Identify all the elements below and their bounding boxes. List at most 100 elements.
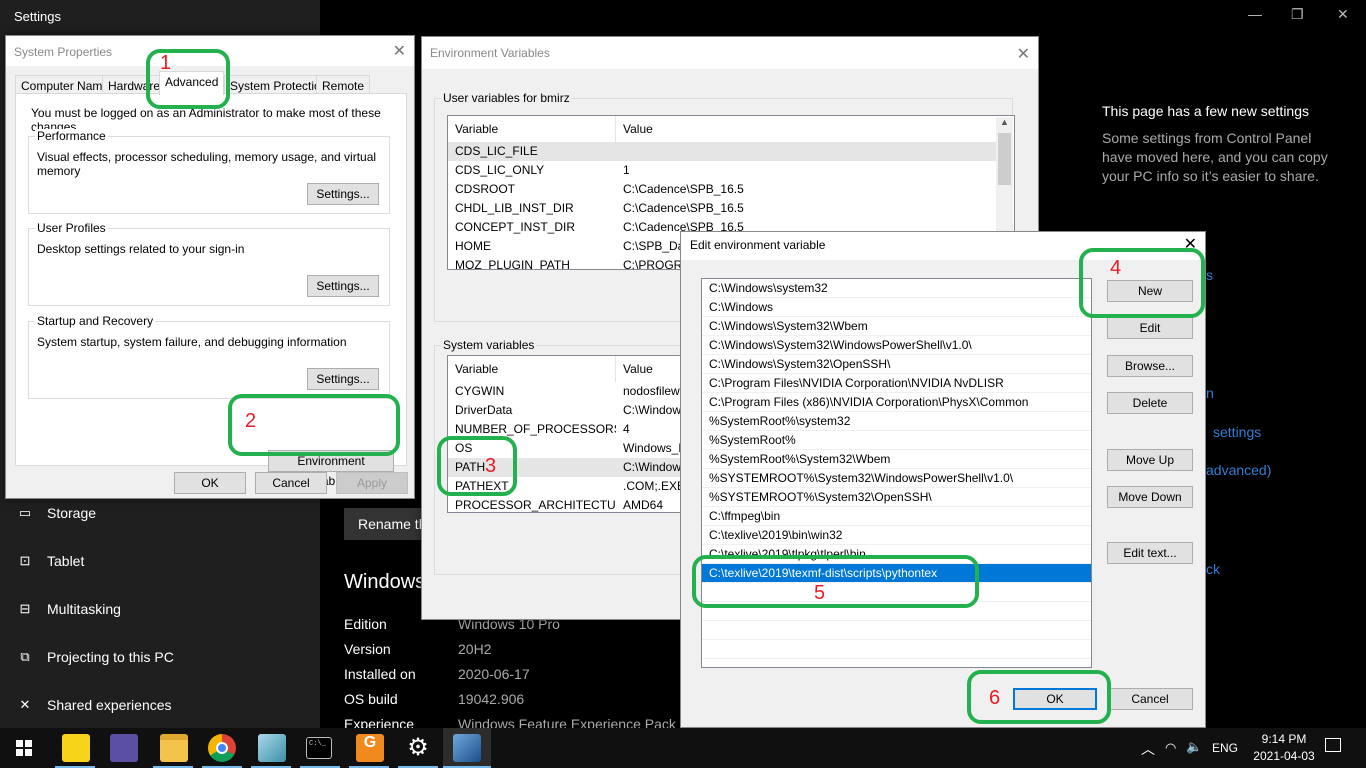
tab-hardware[interactable]: Hardware xyxy=(102,75,167,94)
close-button[interactable]: ✕ xyxy=(1337,6,1349,23)
path-entry-selected[interactable]: C:\texlive\2019\texmf-dist\scripts\pytho… xyxy=(702,564,1091,583)
system-properties-taskbar-button[interactable] xyxy=(443,728,491,768)
group-label: User variables for bmirz xyxy=(441,91,572,105)
close-icon[interactable]: ✕ xyxy=(1017,44,1030,64)
var-name: PATHEXT xyxy=(455,479,509,493)
var-name: DriverData xyxy=(455,403,513,417)
annotation-number: 5 xyxy=(814,582,826,604)
related-link[interactable]: ck xyxy=(1206,561,1220,577)
nav-label: Storage xyxy=(47,505,97,521)
nav-item-multitasking[interactable]: ⊟ Multitasking xyxy=(16,597,121,621)
related-link[interactable]: settings xyxy=(1213,424,1261,440)
path-entries-list[interactable]: C:\Windows\system32 C:\Windows C:\Window… xyxy=(701,278,1092,668)
path-entry[interactable]: C:\texlive\2019\bin\win32 xyxy=(702,526,1091,545)
restore-button[interactable]: ❐ xyxy=(1291,6,1304,23)
list-header: Variable Value xyxy=(448,116,1014,142)
clock-date[interactable]: 2021-04-03 xyxy=(1248,749,1320,763)
path-entry[interactable]: %SYSTEMROOT%\System32\WindowsPowerShell\… xyxy=(702,469,1091,488)
spec-label: Installed on xyxy=(344,666,416,682)
apply-button[interactable]: Apply xyxy=(336,472,408,494)
startup-recovery-settings-button[interactable]: Settings... xyxy=(307,368,379,390)
path-entry[interactable]: %SystemRoot%\system32 xyxy=(702,412,1091,431)
path-entry[interactable]: %SystemRoot%\System32\Wbem xyxy=(702,450,1091,469)
cancel-button[interactable]: Cancel xyxy=(1107,688,1193,710)
command-prompt-icon[interactable]: C:\_ xyxy=(306,737,332,759)
tab-computer-name[interactable]: Computer Name xyxy=(15,75,116,94)
close-icon[interactable]: ✕ xyxy=(393,41,406,61)
show-hidden-icons-chevron[interactable]: ︿ xyxy=(1141,739,1155,759)
user-profiles-settings-button[interactable]: Settings... xyxy=(307,275,379,297)
nav-item-projecting[interactable]: ⧉ Projecting to this PC xyxy=(16,645,174,669)
volume-icon[interactable]: 🔈 xyxy=(1186,739,1202,755)
dialog-title: Edit environment variable xyxy=(681,232,1205,260)
path-entry[interactable]: C:\Windows\System32\WindowsPowerShell\v1… xyxy=(702,336,1091,355)
browse-button[interactable]: Browse... xyxy=(1107,355,1193,377)
var-name: CDS_LIC_FILE xyxy=(455,144,538,158)
path-entry-empty[interactable] xyxy=(702,602,1091,621)
path-entry[interactable]: C:\Windows\system32 xyxy=(702,279,1091,298)
column-header-value[interactable]: Value xyxy=(616,356,660,382)
related-link[interactable]: s xyxy=(1206,267,1213,283)
nav-item-tablet[interactable]: ⊡ Tablet xyxy=(16,549,85,573)
chrome-icon[interactable] xyxy=(208,734,236,762)
path-entry[interactable]: C:\Windows xyxy=(702,298,1091,317)
scroll-up-icon[interactable]: ▲ xyxy=(996,117,1013,131)
related-link[interactable]: n xyxy=(1206,385,1214,401)
delete-button[interactable]: Delete xyxy=(1107,392,1193,414)
notepad-icon[interactable] xyxy=(258,734,286,762)
var-name: OS xyxy=(455,441,473,455)
new-button[interactable]: New xyxy=(1107,280,1193,302)
path-entry[interactable]: %SystemRoot% xyxy=(702,431,1091,450)
clock-time[interactable]: 9:14 PM xyxy=(1256,732,1312,746)
table-row[interactable]: CDSROOT C:\Cadence\SPB_16.5 xyxy=(448,180,1014,199)
network-icon[interactable]: ◠ xyxy=(1165,740,1176,756)
start-button[interactable] xyxy=(16,740,32,756)
path-entry[interactable]: %SYSTEMROOT%\System32\OpenSSH\ xyxy=(702,488,1091,507)
path-entry-empty[interactable] xyxy=(702,621,1091,640)
move-down-button[interactable]: Move Down xyxy=(1107,486,1193,508)
var-value: C:\Cadence\SPB_16.5 xyxy=(623,182,744,196)
var-name: CDS_LIC_ONLY xyxy=(455,163,545,177)
tab-remote[interactable]: Remote xyxy=(316,75,371,94)
path-entry-empty[interactable] xyxy=(702,583,1091,602)
file-explorer-icon[interactable] xyxy=(160,734,188,762)
close-icon[interactable]: ✕ xyxy=(1184,234,1197,254)
path-entry[interactable]: C:\Program Files\NVIDIA Corporation\NVID… xyxy=(702,374,1091,393)
table-row[interactable]: CHDL_LIB_INST_DIR C:\Cadence\SPB_16.5 xyxy=(448,199,1014,218)
language-indicator[interactable]: ENG xyxy=(1212,741,1238,755)
ok-button[interactable]: OK xyxy=(1013,688,1097,710)
path-entry[interactable]: C:\Windows\System32\OpenSSH\ xyxy=(702,355,1091,374)
path-entry[interactable]: C:\Windows\System32\Wbem xyxy=(702,317,1091,336)
group-label: User Profiles xyxy=(35,221,108,235)
sticky-notes-icon[interactable] xyxy=(62,734,90,762)
performance-settings-button[interactable]: Settings... xyxy=(307,183,379,205)
scrollbar-thumb[interactable] xyxy=(998,133,1011,185)
edit-button[interactable]: Edit xyxy=(1107,317,1193,339)
path-entry-empty[interactable] xyxy=(702,640,1091,659)
nav-item-shared-experiences[interactable]: ✕ Shared experiences xyxy=(16,693,172,717)
rename-pc-button[interactable]: Rename this PC xyxy=(344,508,424,540)
table-row[interactable]: CDS_LIC_ONLY 1 xyxy=(448,161,1014,180)
column-header-variable[interactable]: Variable xyxy=(448,356,616,382)
column-header-variable[interactable]: Variable xyxy=(448,116,616,142)
environment-variables-button[interactable]: Environment Variables... xyxy=(268,450,394,488)
foxit-pdf-icon[interactable]: G xyxy=(356,734,384,762)
nav-item-storage[interactable]: ▭ Storage xyxy=(16,501,96,525)
column-header-value[interactable]: Value xyxy=(616,116,660,142)
path-entry[interactable]: C:\Program Files (x86)\NVIDIA Corporatio… xyxy=(702,393,1091,412)
edit-text-button[interactable]: Edit text... xyxy=(1107,542,1193,564)
minimize-button[interactable]: — xyxy=(1248,6,1262,22)
spec-value: 19042.906 xyxy=(458,691,525,707)
related-link[interactable]: advanced) xyxy=(1206,462,1271,478)
path-entry[interactable]: C:\ffmpeg\bin xyxy=(702,507,1091,526)
cancel-button[interactable]: Cancel xyxy=(255,472,327,494)
move-up-button[interactable]: Move Up xyxy=(1107,449,1193,471)
table-row[interactable]: CDS_LIC_FILE xyxy=(448,142,997,161)
path-entry[interactable]: C:\texlive\2019\tlpkg\tlperl\bin xyxy=(702,545,1091,564)
var-name: CDSROOT xyxy=(455,182,515,196)
multitasking-icon: ⊟ xyxy=(19,601,31,616)
settings-gear-icon[interactable]: ⚙ xyxy=(404,734,432,762)
ok-button[interactable]: OK xyxy=(174,472,246,494)
inkscape-icon[interactable] xyxy=(110,734,138,762)
action-center-icon[interactable] xyxy=(1325,738,1341,752)
